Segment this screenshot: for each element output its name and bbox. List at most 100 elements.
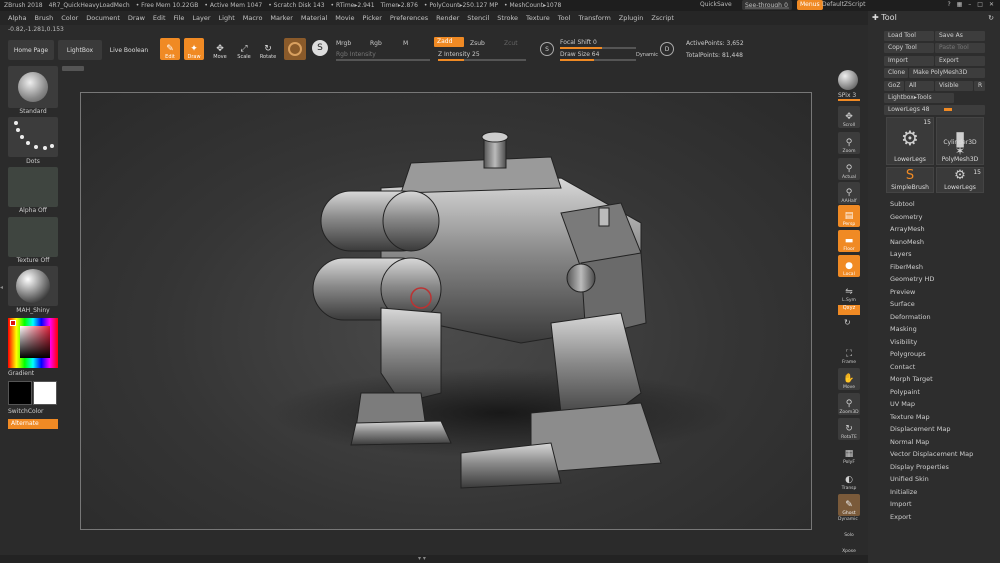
switchcolor-button[interactable]: SwitchColor (8, 408, 58, 415)
subpalette-initialize[interactable]: Initialize (890, 488, 917, 496)
all-button[interactable]: All (905, 81, 934, 91)
ghost-button[interactable]: ✎ Ghost (838, 494, 860, 516)
export-button[interactable]: Export (935, 56, 985, 66)
menu-movie[interactable]: Movie (335, 14, 354, 22)
scale-button[interactable]: ⤢ Scale (234, 38, 254, 60)
menu-tool[interactable]: Tool (558, 14, 571, 22)
subpalette-geometry-hd[interactable]: Geometry HD (890, 275, 934, 283)
subpalette-fibermesh[interactable]: FiberMesh (890, 263, 923, 271)
subpalette-contact[interactable]: Contact (890, 363, 915, 371)
size-mode-icon[interactable]: S (540, 42, 554, 56)
subpalette-deformation[interactable]: Deformation (890, 313, 931, 321)
maximize-icon[interactable]: □ (977, 1, 983, 8)
subpalette-surface[interactable]: Surface (890, 300, 915, 308)
live-boolean-button[interactable]: Live Boolean (106, 40, 152, 60)
tool-thumb-lowerlegs[interactable]: 15 ⚙ LowerLegs (886, 117, 934, 165)
menu-brush[interactable]: Brush (34, 14, 53, 22)
persp-button[interactable]: ▤ Persp (838, 205, 860, 227)
menu-stencil[interactable]: Stencil (467, 14, 489, 22)
alternate-button[interactable]: Alternate (8, 419, 58, 429)
subpalette-masking[interactable]: Masking (890, 325, 917, 333)
subpalette-uv-map[interactable]: UV Map (890, 400, 915, 408)
menu-macro[interactable]: Macro (243, 14, 263, 22)
minimize-icon[interactable]: – (968, 1, 971, 8)
save-as-button[interactable]: Save As (935, 31, 985, 41)
stroke-thumbnail[interactable] (8, 117, 58, 157)
menu-transform[interactable]: Transform (578, 14, 610, 22)
zsub-button[interactable]: Zsub (470, 40, 485, 47)
lsym-button[interactable]: ⇋ L.Sym (838, 281, 860, 303)
home-page-button[interactable]: Home Page (8, 40, 54, 60)
alpha-thumbnail[interactable] (8, 167, 58, 207)
subpalette-import[interactable]: Import (890, 500, 912, 508)
menu-zplugin[interactable]: Zplugin (619, 14, 644, 22)
primary-color-swatch[interactable] (8, 381, 32, 405)
load-tool-button[interactable]: Load Tool (884, 31, 934, 41)
lightbox-button[interactable]: LightBox (58, 40, 102, 60)
copy-tool-button[interactable]: Copy Tool (884, 43, 934, 53)
solo-button[interactable]: Solo (838, 524, 860, 538)
draw-size-slider[interactable]: Draw Size 64 (560, 51, 636, 61)
subpalette-morph-target[interactable]: Morph Target (890, 375, 933, 383)
edit-button[interactable]: ✎ Edit (160, 38, 180, 60)
scroll-button[interactable]: ✥ Scroll (838, 106, 860, 128)
depth-mode-icon[interactable]: D (660, 42, 674, 56)
menu-preferences[interactable]: Preferences (390, 14, 428, 22)
subpalette-layers[interactable]: Layers (890, 250, 912, 258)
spix-slider[interactable]: SPix 3 (838, 92, 856, 99)
active-color-swatch[interactable] (10, 320, 16, 326)
import-button[interactable]: Import (884, 56, 934, 66)
tray-handle[interactable] (62, 66, 84, 71)
material-swatch-button[interactable] (284, 38, 306, 60)
menu-layer[interactable]: Layer (192, 14, 210, 22)
menu-color[interactable]: Color (61, 14, 78, 22)
rotate-view-button[interactable]: ↻ RotaTE (838, 418, 860, 440)
lightbox-tools-button[interactable]: Lightbox▸Tools (884, 93, 954, 103)
subpalette-nanomesh[interactable]: NanoMesh (890, 238, 924, 246)
palette-refresh-icon[interactable]: ↻ (988, 14, 994, 22)
floor-button[interactable]: ▬ Floor (838, 230, 860, 252)
mech-model[interactable] (81, 93, 813, 531)
local-button[interactable]: ● Local (838, 255, 860, 277)
tool-thumb-lowerlegs-2[interactable]: 15 ⚙ LowerLegs (936, 167, 984, 193)
subpalette-vector-displacement-map[interactable]: Vector Displacement Map (890, 450, 973, 458)
menu-texture[interactable]: Texture (526, 14, 550, 22)
polyf-button[interactable]: ▦ PolyF (838, 443, 860, 465)
layout-icon[interactable]: ▦ (957, 1, 963, 8)
draw-button[interactable]: ✦ Draw (184, 38, 204, 60)
subpalette-preview[interactable]: Preview (890, 288, 915, 296)
bottom-tray-arrow-icon[interactable]: ▾ ▾ (418, 555, 426, 562)
dynamic-toggle[interactable]: Dynamic (838, 517, 858, 522)
rotate-button[interactable]: ↻ Rotate (258, 38, 278, 60)
symmetry-icon[interactable]: S (312, 40, 328, 56)
m-button[interactable]: M (403, 40, 408, 47)
subpalette-polypaint[interactable]: Polypaint (890, 388, 920, 396)
color-saturation-square[interactable] (20, 326, 50, 358)
menu-document[interactable]: Document (86, 14, 120, 22)
clone-button[interactable]: Clone (884, 68, 908, 78)
menu-edit[interactable]: Edit (153, 14, 166, 22)
left-tray-arrow-icon[interactable]: ◂ (0, 284, 3, 291)
rotate-axis-icon[interactable]: ↻ (844, 318, 851, 327)
subpalette-texture-map[interactable]: Texture Map (890, 413, 930, 421)
goz-button[interactable]: GoZ (884, 81, 904, 91)
zadd-button[interactable]: Zadd (434, 37, 464, 47)
menu-alpha[interactable]: Alpha (8, 14, 26, 22)
close-icon[interactable]: ✕ (989, 1, 994, 8)
texture-thumbnail[interactable] (8, 217, 58, 257)
menu-zscript[interactable]: Zscript (651, 14, 674, 22)
gradient-label[interactable]: Gradient (8, 370, 58, 377)
subpalette-unified-skin[interactable]: Unified Skin (890, 475, 929, 483)
menu-material[interactable]: Material (301, 14, 327, 22)
subpalette-display-properties[interactable]: Display Properties (890, 463, 949, 471)
transp-button[interactable]: ◐ Transp (838, 469, 860, 491)
color-picker[interactable] (8, 318, 58, 368)
zcut-button[interactable]: Zcut (504, 40, 518, 47)
subpalette-geometry[interactable]: Geometry (890, 213, 922, 221)
material-thumbnail[interactable] (8, 266, 58, 306)
quicksave-button[interactable]: QuickSave (700, 1, 732, 8)
menu-picker[interactable]: Picker (363, 14, 382, 22)
subpalette-arraymesh[interactable]: ArrayMesh (890, 225, 925, 233)
defaultzscript-button[interactable]: DefaultZScript (822, 1, 865, 8)
rgb-intensity-slider[interactable]: Rgb Intensity (336, 51, 430, 61)
